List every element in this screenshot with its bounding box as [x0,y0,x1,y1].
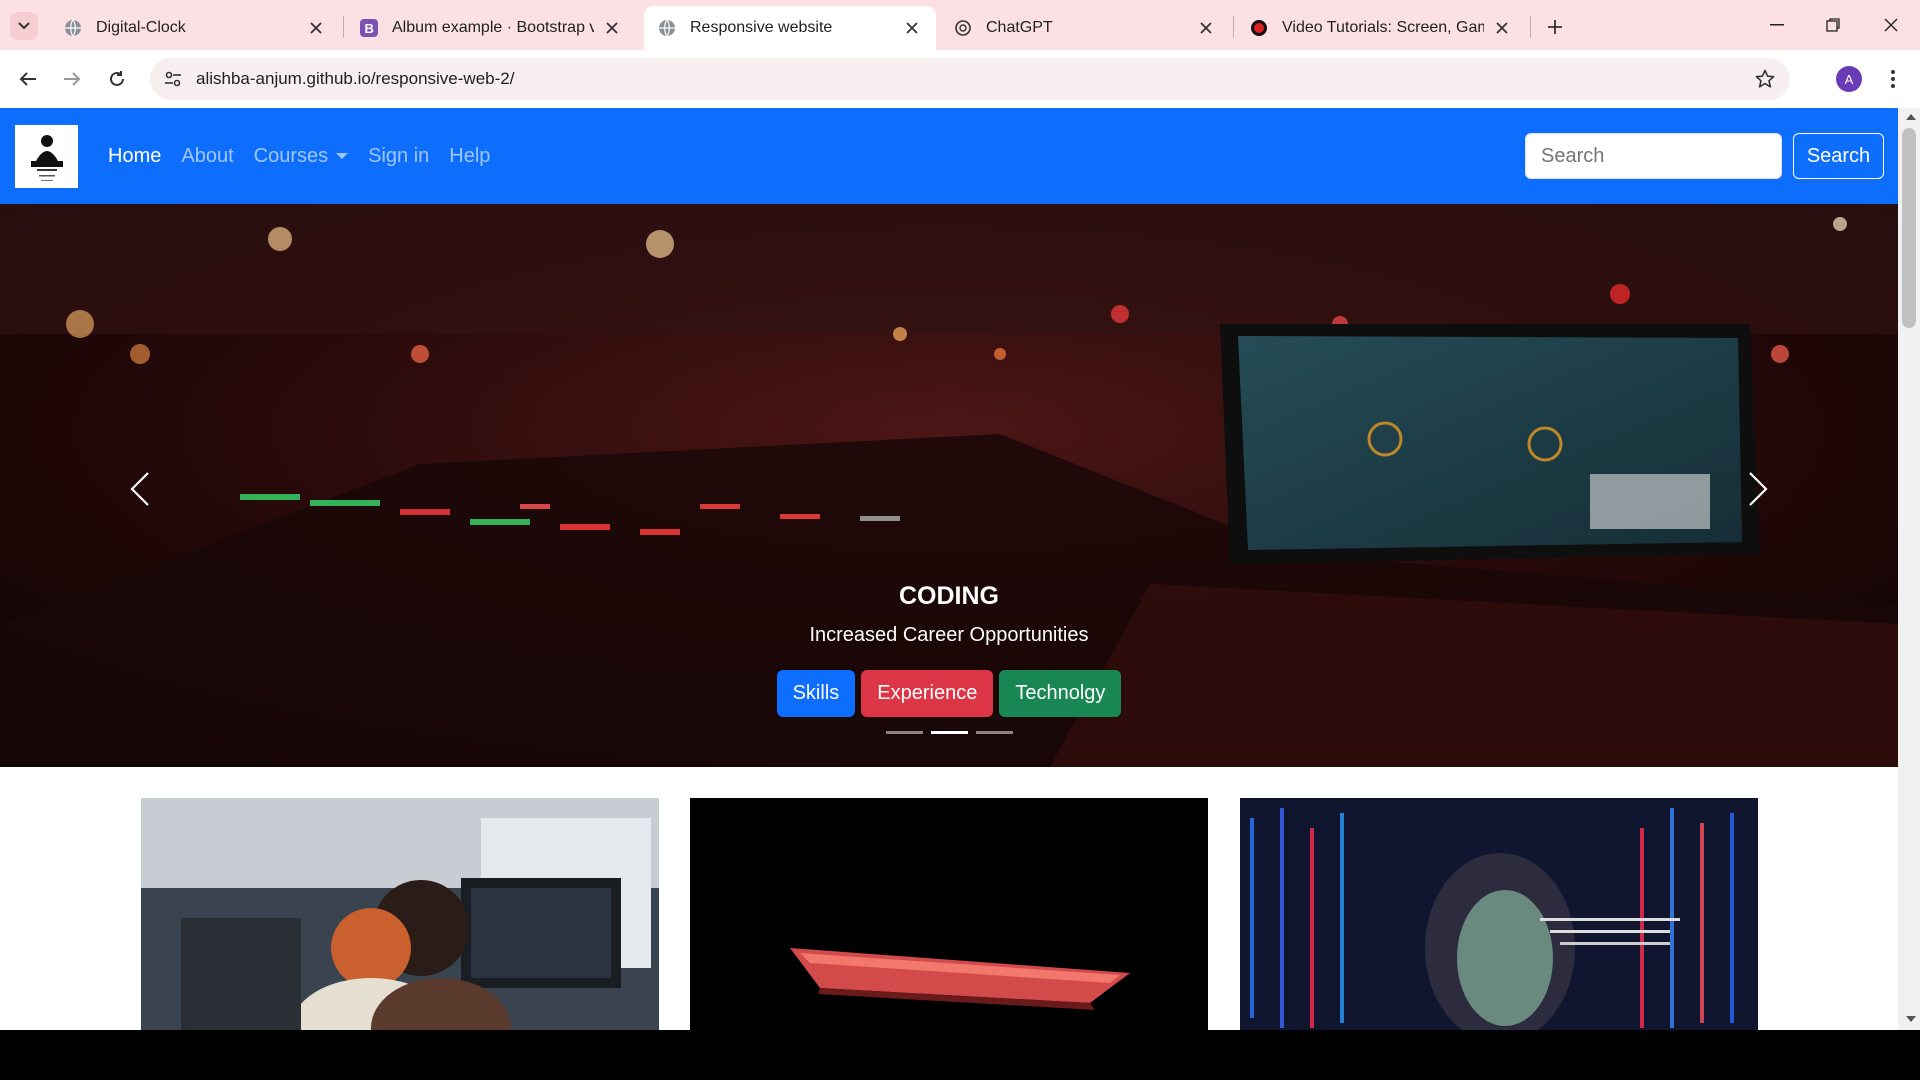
back-button[interactable] [12,63,44,95]
tab-separator [1233,16,1234,38]
nav-signin-link[interactable]: Sign in [368,145,429,168]
globe-icon [658,19,676,37]
scrollbar-thumb[interactable] [1902,128,1916,328]
bootstrap-icon: B [360,19,378,37]
nav-about-link[interactable]: About [181,145,233,168]
nav-courses-label: Courses [253,144,329,167]
close-icon[interactable] [1492,18,1512,38]
site-settings-icon[interactable] [162,68,184,90]
nav-courses-dropdown[interactable]: Courses [253,144,349,168]
tab-video-tutorials[interactable]: Video Tutorials: Screen, Game a [1236,6,1526,50]
carousel-indicator[interactable] [885,731,923,734]
reload-icon [110,71,124,86]
chevron-down-icon [18,22,30,30]
chevron-right-icon [1749,472,1768,506]
tab-chatgpt[interactable]: ChatGPT [940,6,1230,50]
nav-links: Home About Courses Sign in Help [108,108,510,204]
close-icon [1884,18,1898,32]
hero-carousel: CODING Increased Career Opportunities Sk… [0,204,1898,767]
tab-responsive-website[interactable]: Responsive website [644,6,936,50]
nav-home-link[interactable]: Home [108,145,161,168]
close-window-button[interactable] [1868,10,1914,40]
close-icon[interactable] [306,18,326,38]
site-navbar: Home About Courses Sign in Help Search [0,108,1898,204]
carousel-indicator[interactable] [975,731,1013,734]
card-image-laptop [690,798,1208,1030]
card-row [0,798,1898,1030]
browser-menu-button[interactable] [1880,66,1906,92]
globe-icon [64,19,82,37]
arrow-right-icon [64,72,81,86]
tab-title: Digital-Clock [96,19,186,36]
tab-separator [1530,16,1531,38]
chatgpt-icon [954,19,972,37]
arrow-left-icon [19,72,36,86]
scroll-down-arrow-icon[interactable] [1906,1016,1916,1022]
close-icon[interactable] [602,18,622,38]
plus-icon [1548,20,1562,34]
tab-album-example[interactable]: B Album example · Bootstrap v5.0 [346,6,636,50]
browser-toolbar: alishba-anjum.github.io/responsive-web-2… [0,50,1920,108]
carousel-text: Increased Career Opportunities [809,624,1089,646]
close-icon[interactable] [902,18,922,38]
nav-help-link[interactable]: Help [449,145,490,168]
close-icon[interactable] [1196,18,1216,38]
caret-down-icon [336,153,349,160]
minimize-button[interactable] [1754,10,1800,40]
logo-icon [30,134,63,181]
scroll-up-arrow-icon[interactable] [1906,114,1916,120]
tab-title: Video Tutorials: Screen, Game a [1282,19,1484,36]
experience-button[interactable]: Experience [861,670,994,717]
more-vert-icon [1891,70,1895,88]
search-input[interactable] [1525,133,1782,179]
forward-button[interactable] [56,63,88,95]
carousel-buttons: Skills Experience Technolgy [0,670,1898,717]
minimize-icon [1770,24,1784,26]
carousel-indicators [0,731,1898,734]
tab-title: ChatGPT [986,19,1053,36]
address-bar[interactable]: alishba-anjum.github.io/responsive-web-2… [150,58,1790,100]
skills-button[interactable]: Skills [776,670,856,717]
tab-strip: Digital-Clock B Album example · Bootstra… [0,0,1920,50]
carousel-next-button[interactable] [1728,454,1788,524]
tab-search-button[interactable] [10,12,38,40]
brand-logo[interactable] [15,125,78,188]
technology-button[interactable]: Technolgy [999,670,1122,717]
new-tab-button[interactable] [1540,12,1570,42]
carousel-prev-button[interactable] [110,454,170,524]
svg-text:B: B [365,21,374,36]
tab-title: Responsive website [690,19,833,36]
tab-separator [343,16,344,38]
carousel-indicator-active[interactable] [930,731,968,734]
restore-icon [1826,18,1840,32]
card-image-cyber [1240,798,1758,1030]
reload-button[interactable] [101,63,133,95]
page-viewport: Home About Courses Sign in Help Search S… [0,108,1920,1030]
chevron-left-icon [130,472,149,506]
tab-digital-clock[interactable]: Digital-Clock [50,6,340,50]
restore-button[interactable] [1810,10,1856,40]
carousel-title: CODING [899,582,999,610]
tab-title: Album example · Bootstrap v5.0 [392,19,594,36]
search-button[interactable]: Search [1793,133,1884,179]
url-text: alishba-anjum.github.io/responsive-web-2… [196,69,515,88]
card-image-team [141,798,659,1030]
profile-avatar[interactable]: A [1836,66,1862,92]
record-icon [1250,19,1268,37]
bookmark-star-icon[interactable] [1754,68,1776,90]
